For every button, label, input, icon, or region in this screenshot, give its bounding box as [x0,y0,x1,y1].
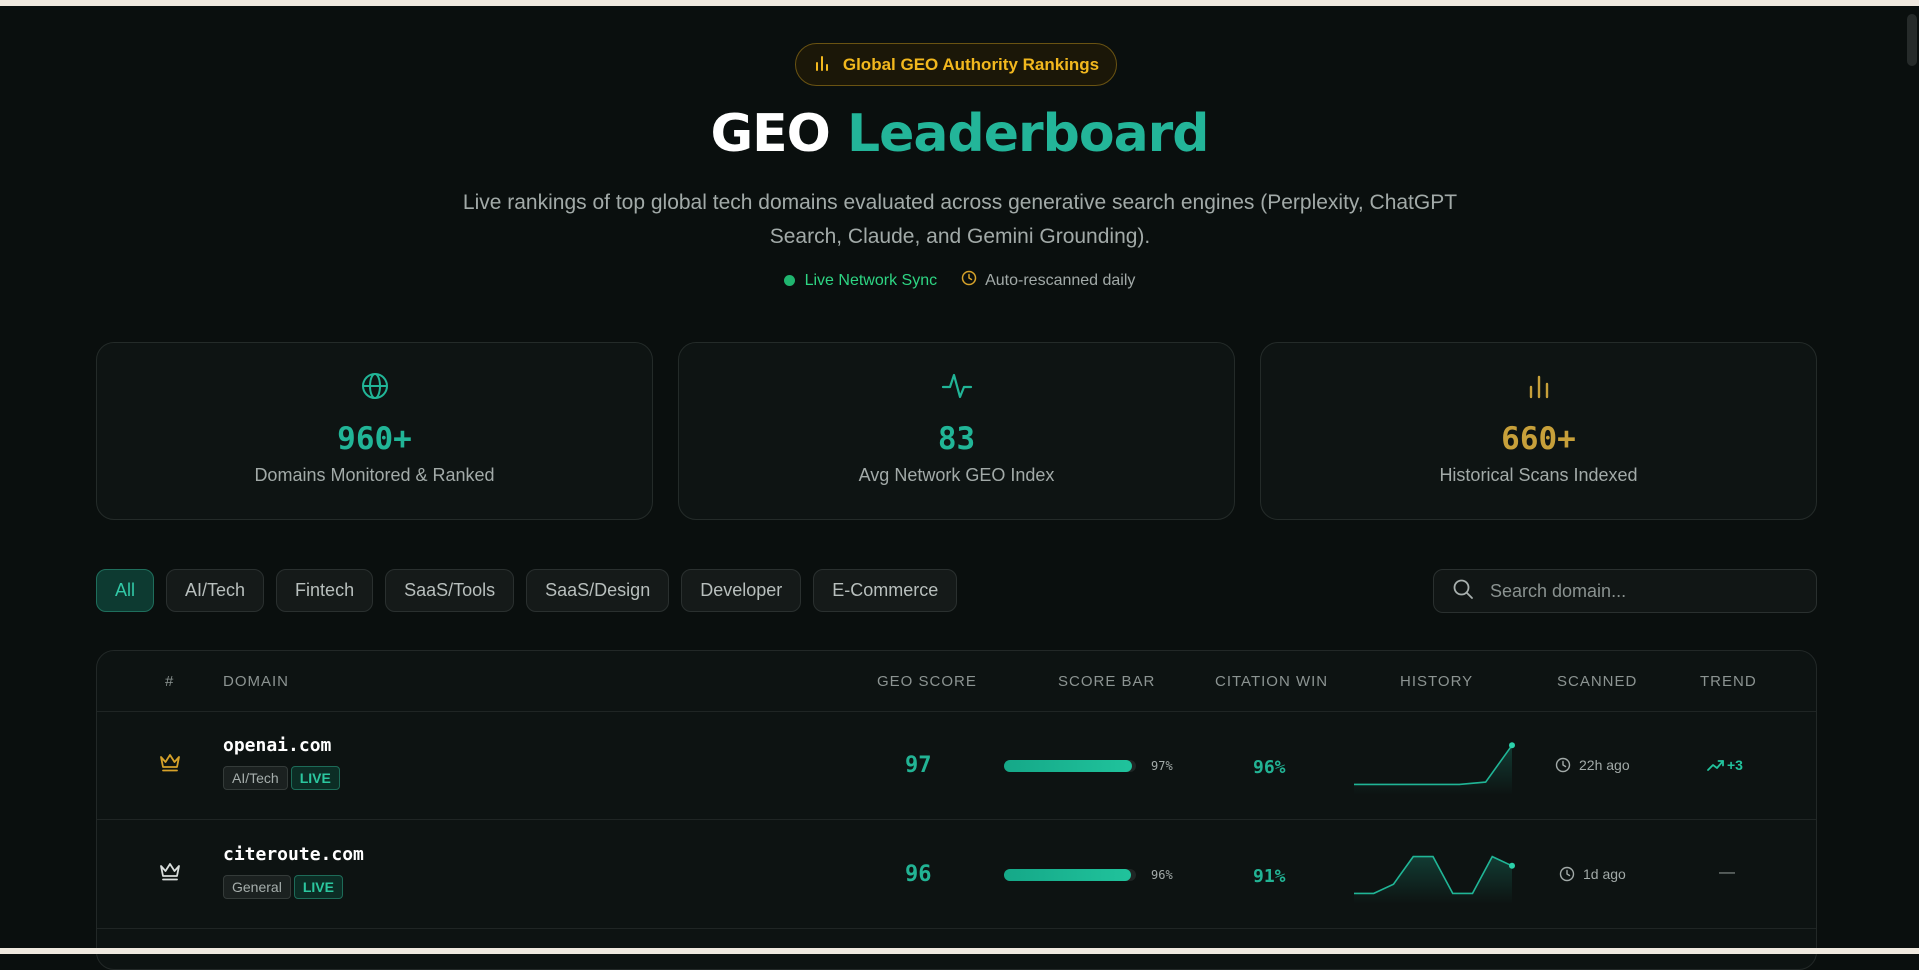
category-tag: General [223,875,291,899]
search-icon [1452,578,1474,604]
table-row[interactable]: openai.com AI/Tech LIVE 97 97% 96% 22h a… [97,711,1816,820]
trending-up-icon [1707,760,1724,771]
bar-chart-icon [1261,371,1816,405]
header-geo-score[interactable]: GEO SCORE [877,673,977,690]
clock-icon [1559,866,1575,882]
score-bar-fill [1004,760,1133,772]
filter-fintech[interactable]: Fintech [276,569,374,612]
category-filters: All AI/Tech Fintech SaaS/Tools SaaS/Desi… [96,569,958,612]
clock-icon [961,270,977,291]
rescan-status-label: Auto-rescanned daily [985,271,1136,289]
filter-saas-tools[interactable]: SaaS/Tools [385,569,515,612]
stat-value: 660+ [1501,421,1576,457]
history-sparkline [1350,844,1520,908]
filter-saas-design[interactable]: SaaS/Design [526,569,670,612]
score-bar [1004,760,1136,772]
header-trend[interactable]: TREND [1700,673,1757,690]
domain-name[interactable]: openai.com [223,735,340,756]
score-percent: 96% [1151,868,1173,882]
page-subtitle: Live rankings of top global tech domains… [462,191,1458,248]
domain-cell: citeroute.com General LIVE [223,844,364,899]
trend-value: +3 [1727,757,1743,773]
globe-icon [97,371,652,405]
stat-card-avg-index: 83 Avg Network GEO Index [678,342,1235,520]
filter-e-commerce[interactable]: E-Commerce [813,569,958,612]
domain-cell: openai.com AI/Tech LIVE [223,735,340,790]
crown-icon [158,860,182,886]
leaderboard-table: # DOMAIN GEO SCORE SCORE BAR CITATION WI… [96,650,1817,970]
live-tag: LIVE [293,875,343,899]
trend-cell: — [1719,864,1735,882]
citation-win: 91% [1253,866,1286,887]
stat-caption: Domains Monitored & Ranked [254,465,495,485]
header-scanned[interactable]: SCANNED [1557,673,1637,690]
sparkline-svg [1354,855,1515,904]
live-status: Live Network Sync [783,271,938,290]
scanned-cell: 22h ago [1555,757,1630,773]
browser-edge [0,0,1919,6]
citation-win: 96% [1253,757,1286,778]
search-box[interactable] [1433,569,1817,613]
status-row: Live Network Sync Auto-rescanned daily [0,270,1919,291]
browser-edge-bottom [0,948,1919,954]
header-history: HISTORY [1400,673,1474,690]
live-status-label: Live Network Sync [804,271,938,289]
header-domain[interactable]: DOMAIN [223,673,289,690]
bar-chart-icon [813,54,831,76]
filter-developer[interactable]: Developer [681,569,802,612]
score-bar [1004,869,1136,881]
title-geo: GEO [710,104,830,164]
sparkline-last-point [1509,742,1515,749]
clock-icon [1555,757,1571,773]
sparkline-line [1354,744,1513,786]
scanned-cell: 1d ago [1559,866,1626,882]
sparkline-svg [1354,742,1515,795]
title-leaderboard: Leaderboard [847,104,1210,164]
crown-icon [158,751,182,777]
filter-all[interactable]: All [96,569,155,612]
score-bar-fill [1004,869,1131,881]
stat-caption: Avg Network GEO Index [858,465,1055,485]
stat-card-domains: 960+ Domains Monitored & Ranked [96,342,653,520]
sparkline-area [1354,745,1512,795]
domain-name[interactable]: citeroute.com [223,844,364,865]
geo-score: 96 [905,862,932,887]
scanned-time: 1d ago [1583,866,1626,882]
header-score-bar: SCORE BAR [1058,673,1156,690]
trend-cell: +3 [1707,757,1743,773]
table-header: # DOMAIN GEO SCORE SCORE BAR CITATION WI… [97,651,1816,712]
score-percent: 97% [1151,759,1173,773]
stat-card-scans: 660+ Historical Scans Indexed [1260,342,1817,520]
history-sparkline [1350,735,1520,799]
category-tag: AI/Tech [223,766,288,790]
badge-label: Global GEO Authority Rankings [842,54,1100,74]
trend-value: — [1719,864,1735,881]
scanned-time: 22h ago [1579,757,1630,773]
live-tag: LIVE [290,766,340,790]
geo-score: 97 [905,753,932,778]
sparkline-last-point [1509,862,1515,869]
stat-caption: Historical Scans Indexed [1439,465,1638,485]
rankings-badge: Global GEO Authority Rankings [795,43,1117,86]
table-row[interactable]: citeroute.com General LIVE 96 96% 91% 1d… [97,820,1816,929]
search-input[interactable] [1488,579,1792,603]
stat-value: 83 [937,421,976,457]
scrollbar-thumb[interactable] [1907,14,1917,66]
activity-icon [679,371,1234,405]
header-citation-win[interactable]: CITATION WIN [1215,673,1328,690]
header-rank: # [165,673,175,690]
filter-ai-tech[interactable]: AI/Tech [166,569,265,612]
stat-value: 960+ [337,421,412,457]
live-dot-icon [783,275,795,286]
rescan-status: Auto-rescanned daily [961,270,1135,291]
page-title: GEO Leaderboard [0,104,1919,164]
